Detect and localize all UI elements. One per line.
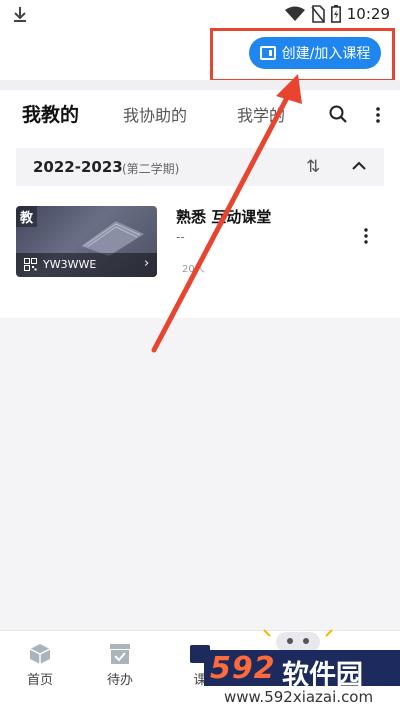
course-member-count: 20人	[182, 264, 205, 275]
download-icon	[14, 7, 26, 22]
term-year: 2022-2023	[33, 158, 123, 176]
qr-code-icon	[24, 258, 37, 271]
site-watermark: 592 软件园 www.592xiazai.com	[196, 620, 400, 711]
course-title[interactable]: 熟悉 互动课堂	[176, 206, 271, 227]
todo-box-icon	[110, 644, 130, 664]
create-join-course-button[interactable]: 创建/加入课程	[249, 37, 381, 69]
nav-home[interactable]: 首页	[5, 631, 75, 712]
course-code: YW3WWE	[43, 258, 97, 271]
home-cube-icon	[29, 644, 51, 664]
create-join-course-label: 创建/加入课程	[281, 46, 371, 62]
nav-todo[interactable]: 待办	[85, 631, 155, 712]
status-time: 10:29	[346, 5, 390, 23]
tab-assisting[interactable]: 我协助的	[123, 102, 187, 126]
battery-icon	[330, 5, 341, 23]
chevron-right-icon: ›	[144, 256, 150, 271]
status-bar: 10:29	[0, 0, 400, 28]
top-header: 创建/加入课程	[0, 28, 400, 80]
door-icon	[259, 46, 276, 60]
chevron-up-icon[interactable]	[349, 156, 369, 176]
wifi-icon	[284, 6, 305, 21]
teacher-badge: 教	[16, 206, 38, 227]
term-semester: (第二学期)	[122, 162, 180, 176]
watermark-url: www.592xiazai.com	[222, 688, 376, 706]
watermark-brand: 软件园	[282, 660, 363, 691]
tab-learning[interactable]: 我学的	[237, 102, 285, 126]
course-more-icon[interactable]	[362, 227, 370, 245]
course-subtitle: --	[176, 230, 185, 244]
section-divider	[0, 80, 400, 90]
sort-icon[interactable]: ⇅	[306, 157, 320, 177]
tab-teaching[interactable]: 我教的	[22, 100, 79, 127]
search-icon[interactable]	[328, 104, 348, 124]
watermark-number: 592	[210, 651, 276, 686]
course-panel: 我教的 我协助的 我学的 2022-2023 (第二学期) ⇅ 教 YW3WWE…	[0, 90, 400, 318]
term-header[interactable]: 2022-2023 (第二学期) ⇅	[16, 148, 384, 186]
no-sim-icon	[311, 5, 325, 23]
course-code-bar[interactable]: YW3WWE ›	[16, 253, 157, 277]
nav-home-label: 首页	[26, 673, 53, 688]
course-tabs: 我教的 我协助的 我学的	[0, 90, 400, 140]
book-image	[81, 221, 144, 256]
course-thumbnail[interactable]: 教 YW3WWE ›	[16, 206, 157, 277]
more-options-icon[interactable]	[373, 105, 383, 125]
nav-todo-label: 待办	[106, 673, 133, 688]
